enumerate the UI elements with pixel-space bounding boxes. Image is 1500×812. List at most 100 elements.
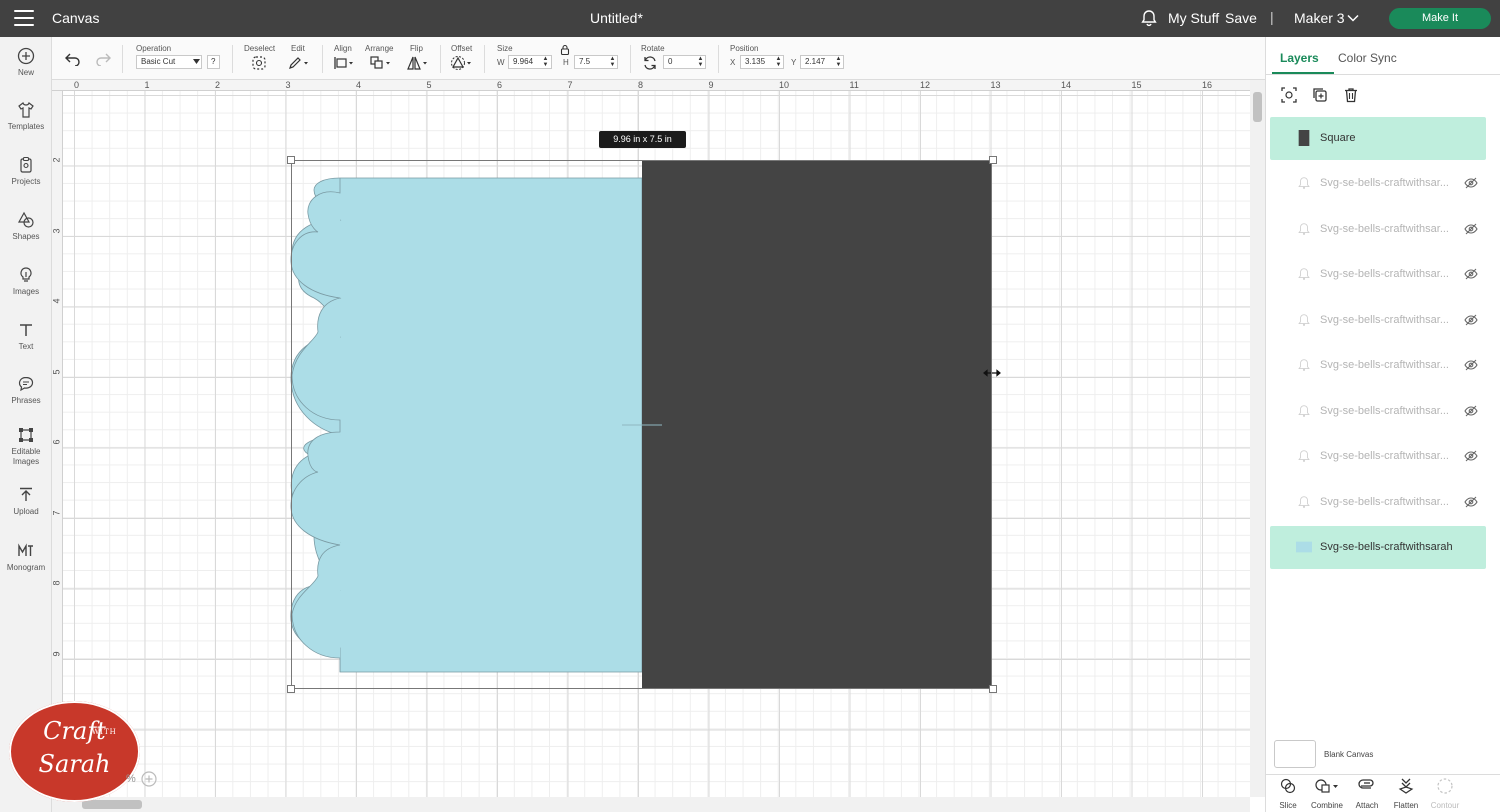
app-name: Canvas [52,10,100,26]
resize-handle-bottom-right[interactable] [989,685,997,693]
rotate-spinner[interactable]: ▲ ▼ [697,56,704,68]
align-icon[interactable] [333,55,355,71]
arrange-icon[interactable] [369,55,393,71]
layer-row[interactable]: Square [1270,117,1486,160]
editable-images-button[interactable]: Editable Images [0,426,52,467]
make-it-button[interactable]: Make It [1389,8,1491,29]
contour-button[interactable]: Contour [1425,777,1465,810]
duplicate-icon[interactable] [1311,86,1329,104]
layer-row[interactable]: Svg-se-bells-craftwithsar... [1270,481,1486,524]
resize-handle-bottom-left[interactable] [287,685,295,693]
operation-help-button[interactable]: ? [207,55,220,69]
zoom-control[interactable]: % [126,771,157,787]
redo-icon[interactable] [94,50,112,66]
phrases-button[interactable]: Phrases [0,375,52,406]
combine-button[interactable]: Combine [1307,777,1347,810]
zoom-in-icon[interactable] [141,771,157,787]
tab-layers[interactable]: Layers [1280,51,1319,65]
layer-row[interactable]: Svg-se-bells-craftwithsar... [1270,253,1486,296]
tab-color-sync[interactable]: Color Sync [1338,51,1397,65]
resize-handle-top-right[interactable] [989,156,997,164]
edit-toolbar: Operation Basic Cut ? Deselect Edit Alig… [52,37,1265,80]
bell-icon[interactable] [1140,9,1158,27]
slice-label: Slice [1279,801,1297,810]
combine-icon [1315,779,1338,793]
layer-row[interactable]: Svg-se-bells-craftwithsar... [1270,162,1486,205]
eye-hidden-icon[interactable] [1464,358,1478,372]
y-spinner[interactable]: ▲ ▼ [835,56,842,68]
upload-icon [20,487,32,501]
projects-label: Projects [11,177,41,186]
templates-label: Templates [7,122,45,131]
shapes-label: Shapes [12,232,40,241]
layer-row[interactable]: Svg-se-bells-craftwithsar... [1270,344,1486,387]
y-label: Y [791,58,797,67]
eye-hidden-icon[interactable] [1464,404,1478,418]
lock-icon[interactable] [560,44,570,55]
rotate-icon[interactable] [642,55,658,71]
layer-row[interactable]: Svg-se-bells-craftwithsarah [1270,526,1486,569]
slice-button[interactable]: Slice [1268,777,1308,810]
contour-label: Contour [1430,801,1460,810]
vertical-scrollbar-thumb[interactable] [1253,92,1262,122]
images-button[interactable]: Images [0,266,52,297]
upload-button[interactable]: Upload [0,486,52,517]
shirt-icon [18,102,34,118]
horizontal-scrollbar[interactable] [52,797,1250,812]
flip-icon[interactable] [406,55,430,71]
design-layer: 9.96 in x 7.5 in [52,80,1250,797]
layer-row[interactable]: Svg-se-bells-craftwithsar... [1270,390,1486,433]
vertical-scrollbar[interactable] [1250,80,1265,797]
menu-icon[interactable] [14,10,34,26]
lightbulb-icon [20,267,32,282]
projects-button[interactable]: Projects [0,156,52,187]
templates-button[interactable]: Templates [0,101,52,132]
layer-name: Square [1320,132,1356,144]
machine-selector[interactable]: Maker 3 [1294,10,1345,26]
height-label: H [563,58,569,67]
x-spinner[interactable]: ▲ ▼ [775,56,782,68]
chevron-down-icon[interactable] [1346,11,1360,25]
bell-icon [1298,268,1310,280]
eye-hidden-icon[interactable] [1464,449,1478,463]
pencil-icon[interactable] [288,55,310,71]
eye-hidden-icon[interactable] [1464,495,1478,509]
bell-icon [1298,359,1310,371]
eye-hidden-icon[interactable] [1464,176,1478,190]
layer-thumbnail [1296,541,1312,553]
header-separator: | [1270,9,1274,25]
layer-row[interactable]: Svg-se-bells-craftwithsar... [1270,208,1486,251]
app-window: Canvas Untitled* My Stuff Save | Maker 3… [0,0,1500,812]
width-label: W [497,58,505,67]
eye-hidden-icon[interactable] [1464,267,1478,281]
design-canvas[interactable]: 0 1 2 3 4 5 6 7 8 9 10 11 12 13 14 15 16 2 3 4 5 6 7 8 9 9.96 in… [52,80,1265,812]
text-button[interactable]: Text [0,321,52,352]
height-spinner[interactable]: ▲ ▼ [609,56,616,68]
offset-icon[interactable] [450,55,474,71]
shapes-button[interactable]: Shapes [0,211,52,242]
monogram-button[interactable]: Monogram [0,542,52,573]
new-label: New [17,68,34,77]
group-icon[interactable] [1280,86,1298,104]
left-toolbar: New Templates Projects Shapes Images Tex… [0,37,52,812]
my-stuff-link[interactable]: My Stuff [1168,10,1219,26]
layer-row[interactable]: Svg-se-bells-craftwithsar... [1270,435,1486,478]
width-spinner[interactable]: ▲ ▼ [542,56,549,68]
document-title[interactable]: Untitled* [590,10,643,26]
save-button[interactable]: Save [1225,10,1257,26]
eye-hidden-icon[interactable] [1464,313,1478,327]
trash-icon[interactable] [1342,86,1360,104]
layer-row[interactable]: Svg-se-bells-craftwithsar... [1270,299,1486,342]
layer-name: Svg-se-bells-craftwithsar... [1320,359,1449,371]
editable-images-label: Editable Images [11,447,41,466]
attach-button[interactable]: Attach [1347,777,1387,810]
phrases-label: Phrases [11,396,41,405]
eye-hidden-icon[interactable] [1464,222,1478,236]
horizontal-scrollbar-thumb[interactable] [82,800,142,809]
deselect-icon[interactable] [251,55,267,71]
new-button[interactable]: New [0,47,52,78]
blank-canvas-swatch[interactable] [1274,740,1316,768]
resize-handle-top-left[interactable] [287,156,295,164]
flatten-button[interactable]: Flatten [1386,777,1426,810]
undo-icon[interactable] [64,50,82,66]
